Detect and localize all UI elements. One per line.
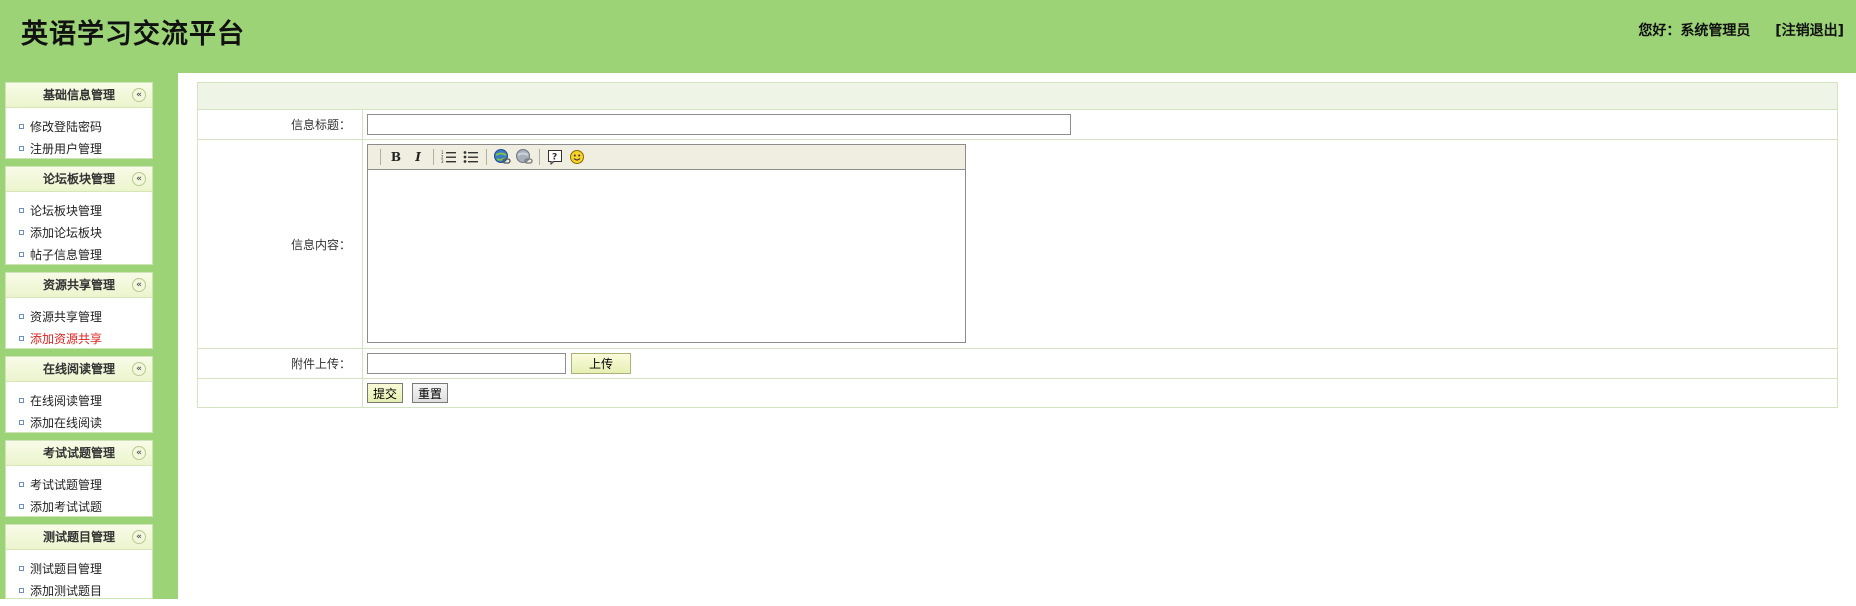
menu-group-header[interactable]: 论坛板块管理 « (6, 167, 152, 192)
sidebar-item-add-exam[interactable]: 添加考试试题 (6, 496, 152, 518)
top-header: 英语学习交流平台 您好：系统管理员 [注销退出] (0, 0, 1856, 73)
bullet-icon (19, 588, 24, 593)
insert-link-icon[interactable] (493, 148, 511, 166)
sidebar-item-add-forum-board[interactable]: 添加论坛板块 (6, 222, 152, 244)
submit-button[interactable]: 提交 (367, 383, 404, 403)
menu-group-basic: 基础信息管理 « 修改登陆密码 注册用户管理 (5, 82, 153, 159)
sidebar-item-post-management[interactable]: 帖子信息管理 (6, 244, 152, 266)
unordered-list-icon[interactable] (462, 148, 480, 166)
menu-group-test: 测试题目管理 « 测试题目管理 添加测试题目 (5, 524, 153, 599)
menu-group-header[interactable]: 基础信息管理 « (6, 83, 152, 108)
menu-group-exam: 考试试题管理 « 考试试题管理 添加考试试题 (5, 440, 153, 517)
content-label: 信息内容： (198, 140, 363, 348)
toolbar-separator (539, 149, 540, 165)
attachment-label: 附件上传： (198, 349, 363, 378)
bullet-icon (19, 566, 24, 571)
content-row: 信息内容： B I 123 ? (198, 140, 1837, 349)
bullet-icon (19, 208, 24, 213)
bullet-icon (19, 252, 24, 257)
bullet-icon (19, 230, 24, 235)
help-icon[interactable]: ? (546, 148, 564, 166)
italic-icon[interactable]: I (409, 148, 427, 166)
toolbar-separator (486, 149, 487, 165)
sidebar-item-add-resource[interactable]: 添加资源共享 (6, 328, 152, 350)
svg-text:3: 3 (441, 159, 444, 164)
menu-group-title: 测试题目管理 (42, 530, 115, 544)
rich-text-editor: B I 123 ? (367, 144, 966, 343)
sidebar-item-exam-management[interactable]: 考试试题管理 (6, 474, 152, 496)
collapse-icon[interactable]: « (132, 362, 146, 376)
sidebar-item-test-management[interactable]: 测试题目管理 (6, 558, 152, 580)
menu-group-header[interactable]: 资源共享管理 « (6, 273, 152, 298)
upload-button[interactable]: 上传 (571, 353, 631, 374)
title-row: 信息标题： (198, 110, 1837, 140)
attachment-input[interactable] (367, 353, 566, 374)
collapse-icon[interactable]: « (132, 278, 146, 292)
sidebar-item-user-management[interactable]: 注册用户管理 (6, 138, 152, 160)
bullet-icon (19, 336, 24, 341)
sidebar-item-forum-board-management[interactable]: 论坛板块管理 (6, 200, 152, 222)
collapse-icon[interactable]: « (132, 446, 146, 460)
emoticon-icon[interactable] (568, 148, 586, 166)
bullet-icon (19, 482, 24, 487)
menu-group-title: 资源共享管理 (42, 278, 115, 292)
bullet-icon (19, 420, 24, 425)
menu-group-reading: 在线阅读管理 « 在线阅读管理 添加在线阅读 (5, 356, 153, 433)
greeting-text: 您好：系统管理员 (1638, 23, 1751, 39)
menu-group-title: 考试试题管理 (42, 446, 115, 460)
action-row: 提交 重置 (198, 379, 1837, 407)
menu-group-title: 基础信息管理 (42, 88, 115, 102)
title-input[interactable] (367, 114, 1071, 135)
reset-button[interactable]: 重置 (412, 383, 449, 403)
menu-group-header[interactable]: 测试题目管理 « (6, 525, 152, 550)
bullet-icon (19, 146, 24, 151)
resource-form: 信息标题： 信息内容： B I 123 ? 附件上传： 上传 提交 重置 (197, 82, 1838, 408)
collapse-icon[interactable]: « (132, 88, 146, 102)
editor-toolbar: B I 123 ? (368, 145, 965, 170)
menu-group-forum: 论坛板块管理 « 论坛板块管理 添加论坛板块 帖子信息管理 (5, 166, 153, 265)
attachment-row: 附件上传： 上传 (198, 349, 1837, 379)
action-label-spacer (198, 379, 363, 407)
menu-group-resource: 资源共享管理 « 资源共享管理 添加资源共享 (5, 272, 153, 349)
form-header-bar (198, 83, 1837, 110)
bullet-icon (19, 398, 24, 403)
title-label: 信息标题： (198, 110, 363, 139)
menu-group-title: 在线阅读管理 (42, 362, 115, 376)
bullet-icon (19, 504, 24, 509)
user-area: 您好：系统管理员 [注销退出] (1638, 20, 1844, 40)
collapse-icon[interactable]: « (132, 172, 146, 186)
sidebar-item-add-reading[interactable]: 添加在线阅读 (6, 412, 152, 434)
menu-group-header[interactable]: 考试试题管理 « (6, 441, 152, 466)
toolbar-separator (380, 149, 381, 165)
bold-icon[interactable]: B (387, 148, 405, 166)
svg-text:?: ? (552, 153, 557, 163)
toolbar-separator (433, 149, 434, 165)
sidebar-item-change-password[interactable]: 修改登陆密码 (6, 116, 152, 138)
ordered-list-icon[interactable]: 123 (440, 148, 458, 166)
collapse-icon[interactable]: « (132, 530, 146, 544)
bullet-icon (19, 124, 24, 129)
content-textarea[interactable] (368, 170, 965, 342)
app-title: 英语学习交流平台 (21, 19, 245, 50)
remove-link-icon[interactable] (515, 148, 533, 166)
menu-group-header[interactable]: 在线阅读管理 « (6, 357, 152, 382)
logout-link[interactable]: [注销退出] (1775, 23, 1844, 39)
sidebar-item-reading-management[interactable]: 在线阅读管理 (6, 390, 152, 412)
menu-group-title: 论坛板块管理 (42, 172, 115, 186)
sidebar-item-resource-management[interactable]: 资源共享管理 (6, 306, 152, 328)
bullet-icon (19, 314, 24, 319)
